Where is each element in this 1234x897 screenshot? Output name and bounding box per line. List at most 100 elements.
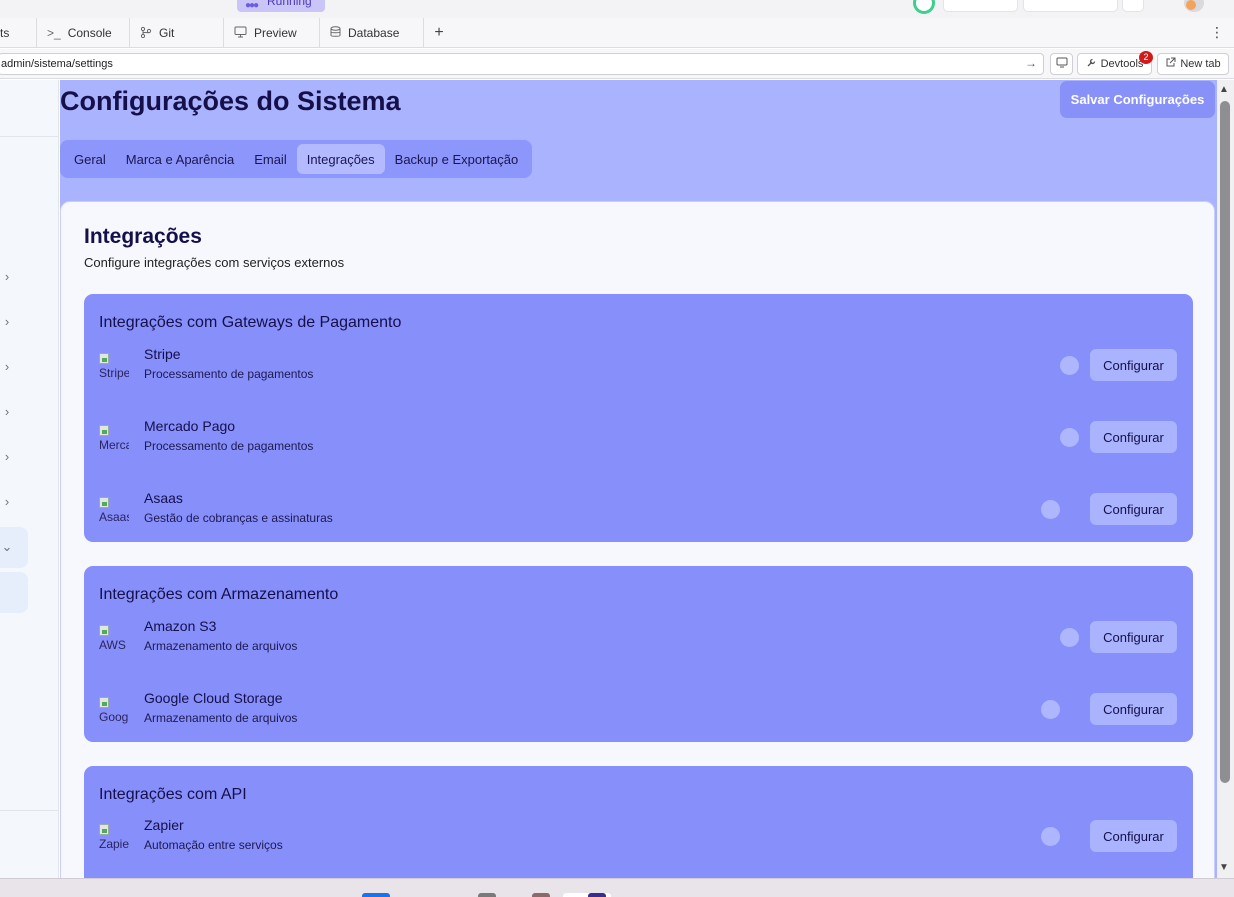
scroll-down-arrow-icon[interactable]: ▼ (1219, 862, 1229, 873)
chevron-right-icon[interactable]: › (0, 450, 14, 464)
integrations-card: Integrações Configure integrações com se… (60, 201, 1215, 878)
url-text: admin/sistema/settings (1, 58, 113, 70)
device-toggle-button[interactable] (1050, 53, 1073, 75)
section-subtitle: Configure integrações com serviços exter… (84, 255, 345, 270)
taskbar-app-icon[interactable] (532, 893, 550, 897)
integration-name: Mercado Pago (144, 418, 236, 434)
integration-description: Armazenamento de arquivos (144, 639, 298, 653)
scroll-up-arrow-icon[interactable]: ▲ (1219, 84, 1229, 95)
user-avatar[interactable] (913, 0, 935, 14)
run-status-label: Running (267, 0, 312, 8)
integration-toggle[interactable] (1060, 356, 1079, 375)
integration-logo: Mercado Pago (99, 424, 129, 454)
external-link-icon (1165, 57, 1176, 71)
extra-button[interactable] (1122, 0, 1144, 12)
integration-row-amazon-s3: AWS Amazon S3 Armazenamento de arquivos … (99, 618, 1179, 668)
integration-logo: AWS (99, 624, 129, 654)
sidebar-subitem-active[interactable] (0, 572, 28, 613)
notification-dot-icon (1186, 0, 1196, 10)
api-group: Integrações com API Zapier Zapier Automa… (84, 766, 1193, 878)
integration-toggle[interactable] (1041, 827, 1060, 846)
sidebar: › › › › › › ⌄ (0, 80, 59, 878)
add-tab-button[interactable]: + (424, 18, 454, 48)
integration-toggle[interactable] (1041, 700, 1060, 719)
integration-description: Armazenamento de arquivos (144, 711, 298, 725)
configure-button[interactable]: Configurar (1090, 493, 1177, 525)
more-options-icon[interactable]: ⋮ (1210, 24, 1224, 41)
integration-name: Stripe (144, 346, 181, 362)
chevron-right-icon[interactable]: › (0, 270, 14, 284)
taskbar-app-icon[interactable] (588, 893, 606, 897)
run-dots-icon: ●●● (245, 0, 259, 11)
integration-toggle[interactable] (1060, 428, 1079, 447)
configure-button[interactable]: Configurar (1090, 820, 1177, 852)
wrench-icon (1086, 57, 1097, 71)
new-tab-button[interactable]: New tab (1157, 53, 1229, 75)
integration-logo: Google (99, 696, 129, 726)
chevron-down-icon: ⌄ (1, 539, 13, 554)
sidebar-divider (0, 136, 58, 137)
devtools-badge: 2 (1139, 51, 1153, 64)
sidebar-item-active[interactable]: ⌄ (0, 527, 28, 568)
settings-tabs: Geral Marca e Aparência Email Integraçõe… (60, 140, 533, 178)
chevron-right-icon[interactable]: › (0, 315, 14, 329)
tab-marca-aparencia[interactable]: Marca e Aparência (116, 144, 244, 174)
integration-logo: Zapier (99, 823, 129, 853)
storage-group: Integrações com Armazenamento AWS Amazon… (84, 566, 1193, 742)
page-title: Configurações do Sistema (60, 86, 401, 116)
ide-tab-0[interactable]: ts (0, 18, 37, 48)
group-title: Integrações com Gateways de Pagamento (99, 314, 402, 331)
settings-main: Configurações do Sistema Salvar Configur… (60, 80, 1217, 878)
chevron-right-icon[interactable]: › (0, 405, 14, 419)
section-title: Integrações (84, 225, 202, 248)
chevron-right-icon[interactable]: › (0, 495, 14, 509)
configure-button[interactable]: Configurar (1090, 349, 1177, 381)
ide-tab-label: ts (0, 26, 10, 40)
monitor-icon (1056, 57, 1068, 71)
integration-description: Gestão de cobranças e assinaturas (144, 511, 333, 525)
ide-tab-label: Console (67, 26, 112, 40)
chevron-right-icon[interactable]: › (0, 360, 14, 374)
taskbar-app-icon[interactable] (362, 893, 390, 897)
ide-tab-git[interactable]: Git (130, 18, 224, 48)
new-tab-label: New tab (1180, 58, 1221, 70)
ide-tab-console[interactable]: >_ Console (37, 18, 130, 48)
taskbar-app-icon[interactable] (478, 893, 496, 897)
integration-name: Amazon S3 (144, 618, 217, 634)
integration-description: Automação entre serviços (144, 838, 283, 852)
group-title: Integrações com API (99, 786, 247, 803)
ide-tab-database[interactable]: Database (320, 18, 424, 48)
preview-url-row: admin/sistema/settings → Devtools New ta… (0, 49, 1234, 79)
configure-button[interactable]: Configurar (1090, 693, 1177, 725)
go-arrow-icon[interactable]: → (1025, 56, 1037, 70)
save-settings-button[interactable]: Salvar Configurações (1060, 81, 1215, 118)
deploy-button[interactable] (1023, 0, 1118, 12)
scrollbar-thumb[interactable] (1220, 101, 1230, 783)
configure-button[interactable]: Configurar (1090, 621, 1177, 653)
ide-tab-label: Git (159, 26, 175, 40)
configure-button[interactable]: Configurar (1090, 421, 1177, 453)
tab-geral[interactable]: Geral (64, 144, 116, 174)
tab-backup-exportacao[interactable]: Backup e Exportação (385, 144, 529, 174)
tab-integracoes[interactable]: Integrações (296, 144, 385, 174)
preview-url-input[interactable]: admin/sistema/settings → (0, 53, 1044, 75)
integration-row-google-cloud-storage: Google Google Cloud Storage Armazenament… (99, 690, 1179, 740)
integration-toggle[interactable] (1041, 500, 1060, 519)
ide-tab-preview[interactable]: Preview (224, 18, 320, 48)
monitor-icon (234, 26, 247, 41)
top-strip: ●●● Running (0, 0, 1234, 18)
group-title: Integrações com Armazenamento (99, 586, 339, 603)
integration-row-zapier: Zapier Zapier Automação entre serviços C… (99, 817, 1179, 867)
integration-name: Google Cloud Storage (144, 690, 283, 706)
integration-toggle[interactable] (1060, 628, 1079, 647)
integration-row-asaas: Asaas Asaas Gestão de cobranças e assina… (99, 490, 1179, 540)
ide-tab-label: Preview (254, 26, 297, 40)
integration-description: Processamento de pagamentos (144, 367, 314, 381)
run-status-pill[interactable]: ●●● Running (237, 0, 325, 12)
invite-button[interactable] (943, 0, 1018, 12)
taskbar-strip (0, 878, 1234, 897)
integration-logo: Asaas (99, 496, 129, 526)
integration-description: Processamento de pagamentos (144, 439, 314, 453)
terminal-prompt-icon: >_ (47, 26, 61, 40)
tab-email[interactable]: Email (244, 144, 297, 174)
